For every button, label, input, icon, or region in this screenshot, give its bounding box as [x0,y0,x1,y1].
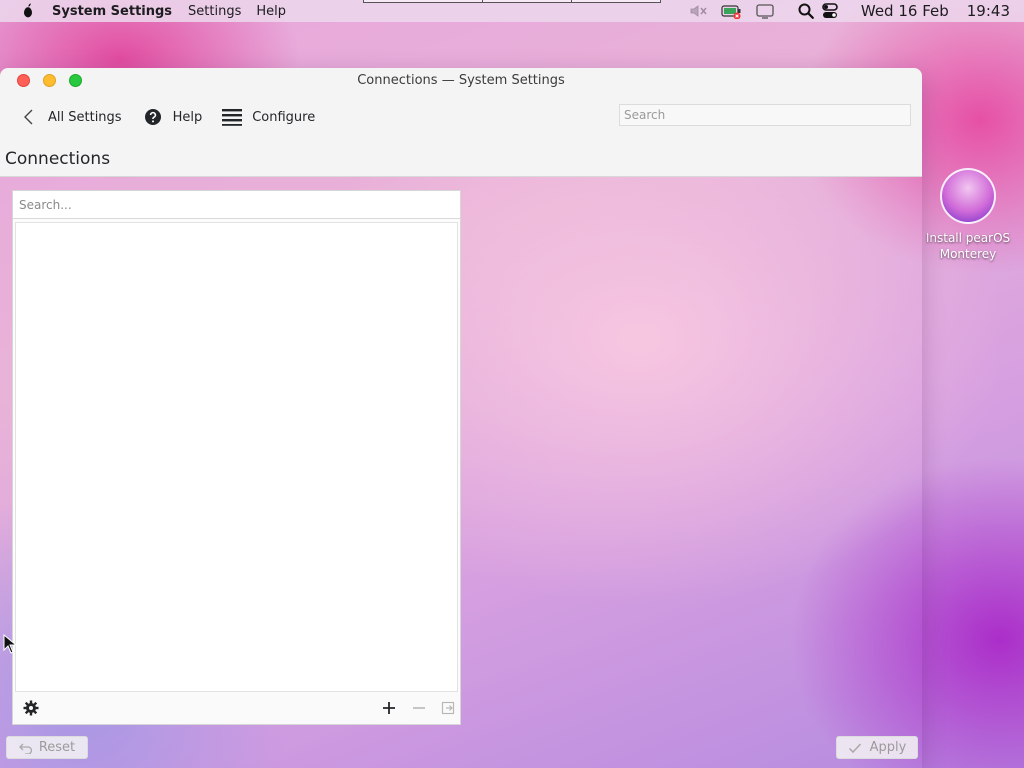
control-center-icon[interactable] [821,2,839,20]
export-connection-button[interactable] [437,696,461,720]
settings-gear-button[interactable] [19,696,43,720]
connections-search-input[interactable] [13,191,460,219]
reset-button[interactable]: Reset [6,736,88,759]
system-settings-window: Connections — System Settings All Settin… [0,68,922,768]
window-controls [17,74,95,87]
connections-panel-footer [13,692,460,724]
workspace-divider [571,0,572,3]
checkmark-icon [848,742,861,753]
desktop-icon-install-pearos[interactable]: Install pearOS Monterey [920,168,1016,262]
export-icon [442,701,455,715]
maximize-window-button[interactable] [69,74,82,87]
workspace-divider [482,0,483,3]
configure-label: Configure [252,109,316,125]
apply-label: Apply [869,740,907,755]
workspace-strip[interactable] [363,0,661,3]
menu-settings[interactable]: Settings [188,4,241,19]
back-all-settings-button[interactable]: All Settings [16,102,128,132]
clock-date[interactable]: Wed 16 Feb [861,2,949,20]
undo-icon [18,743,32,754]
active-app-name[interactable]: System Settings [52,4,172,19]
help-button[interactable]: Help [138,102,209,132]
volume-muted-icon[interactable] [689,3,709,19]
mouse-pointer-icon [3,634,17,654]
pearos-installer-icon [940,168,996,224]
connections-panel [12,190,461,725]
page-header: Connections [0,142,922,177]
content-area: Reset Apply [0,177,922,768]
help-label: Help [172,109,203,125]
back-label: All Settings [48,109,122,125]
apply-button[interactable]: Apply [836,736,918,759]
close-window-button[interactable] [17,74,30,87]
page-title: Connections [5,149,111,169]
add-connection-button[interactable] [378,696,402,720]
reset-label: Reset [38,740,76,755]
help-icon [144,109,161,125]
clock-time[interactable]: 19:43 [967,2,1010,20]
toolbar: All Settings Help Configure [0,92,922,142]
search-icon[interactable] [797,2,815,20]
configure-button[interactable]: Configure [216,102,321,132]
top-menu-bar: System Settings Settings Help Wed 16 Feb… [0,0,1024,22]
connections-list[interactable] [15,222,458,692]
window-title: Connections — System Settings [357,72,565,88]
gear-icon [23,700,39,716]
menu-help[interactable]: Help [256,4,286,19]
desktop-icon-label: Install pearOS Monterey [925,231,1011,261]
battery-icon[interactable] [721,3,743,19]
plus-icon [383,702,396,714]
pear-logo-icon[interactable] [20,3,36,19]
system-tray: Wed 16 Feb 19:43 [677,0,1024,22]
minimize-window-button[interactable] [43,74,56,87]
hamburger-menu-icon [222,109,243,126]
bottom-button-bar: Reset Apply [0,736,922,768]
settings-search-input[interactable] [619,104,911,126]
chevron-left-icon [24,109,33,125]
minus-icon [412,707,425,709]
display-icon[interactable] [755,3,775,19]
remove-connection-button[interactable] [407,696,431,720]
window-titlebar[interactable]: Connections — System Settings [0,68,922,92]
